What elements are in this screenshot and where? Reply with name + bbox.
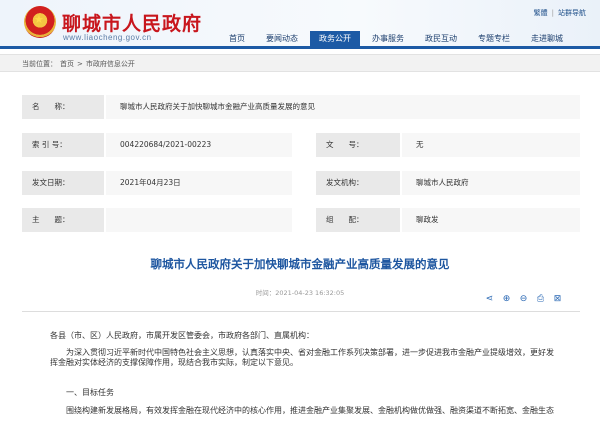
index-label: 索 引 号： [22,133,104,157]
subject-label: 主 题： [22,208,104,232]
org-label: 发文机构： [316,171,400,195]
print-icon[interactable]: ⎙ [535,294,546,305]
name-value: 聊城市人民政府关于加快聊城市金融产业高质量发展的意见 [106,95,580,119]
breadcrumb-separator: > [77,60,83,68]
nav-services[interactable]: 办事服务 [363,31,413,46]
article-tools: ⋖ ⊕ ⊖ ⎙ ⊠ [478,294,563,305]
site-url: www.liaocheng.gov.cn [63,33,152,42]
nav-about[interactable]: 走进聊城 [522,31,572,46]
article-divider [22,311,580,312]
traditional-chinese-link[interactable]: 繁體 [534,9,548,17]
index-value: 004220684/2021-00223 [106,133,292,157]
date-label: 发文日期： [22,171,104,195]
breadcrumb: 当前位置： 首页 > 市政府信息公开 [0,54,600,72]
section-heading-1: 一、目标任务 [66,388,114,397]
top-links: 繁體 | 站群导航 [530,8,586,18]
info-row-index: 索 引 号： 004220684/2021-00223 文 号： 无 [22,133,580,157]
main-nav: 首页 要闻动态 政务公开 办事服务 政民互动 专题专栏 走进聊城 [220,31,575,46]
close-icon[interactable]: ⊠ [552,294,563,305]
font-small-icon[interactable]: ⊖ [518,294,529,305]
nav-divider [0,46,600,49]
article-paragraph-2: 围绕构建新发展格局，有效发挥金融在现代经济中的核心作用，推进金融产业集聚发展、金… [66,406,554,415]
breadcrumb-prefix: 当前位置： [22,60,57,68]
doc-number-label: 文 号： [316,133,400,157]
subject-value [106,208,292,232]
site-group-nav-link[interactable]: 站群导航 [558,9,586,17]
site-header: 聊城市人民政府 www.liaocheng.gov.cn 繁體| 站群导航 首页 … [0,0,600,46]
info-row-subject: 主 题： 组 配： 聊政发 [22,208,580,232]
top-links-separator: | [551,9,554,17]
doc-number-value: 无 [402,133,580,157]
article-salutation: 各县（市、区）人民政府，市属开发区管委会，市政府各部门、直属机构： [50,331,314,340]
national-emblem-icon [24,6,56,38]
article-title: 聊城市人民政府关于加快聊城市金融产业高质量发展的意见 [150,257,450,271]
breadcrumb-gov-info[interactable]: 市政府信息公开 [86,60,135,68]
site-title[interactable]: 聊城市人民政府 [62,9,202,36]
date-value: 2021年04月23日 [106,171,292,195]
nav-interaction[interactable]: 政民互动 [416,31,466,46]
share-icon[interactable]: ⋖ [484,294,495,305]
breadcrumb-home[interactable]: 首页 [60,60,74,68]
font-large-icon[interactable]: ⊕ [501,294,512,305]
org-value: 聊城市人民政府 [402,171,580,195]
nav-home[interactable]: 首页 [220,31,254,46]
nav-topics[interactable]: 专题专栏 [469,31,519,46]
name-label: 名 称： [22,95,104,119]
nav-gov-affairs[interactable]: 政务公开 [310,31,360,46]
category-value: 聊政发 [402,208,580,232]
article-paragraph-1-cont: 挥金融对实体经济的支撑保障作用，现结合我市实际，制定以下意见。 [50,358,298,367]
info-row-name: 名 称： 聊城市人民政府关于加快聊城市金融产业高质量发展的意见 [22,95,580,119]
info-row-date: 发文日期： 2021年04月23日 发文机构： 聊城市人民政府 [22,171,580,195]
nav-news[interactable]: 要闻动态 [257,31,307,46]
category-label: 组 配： [316,208,400,232]
